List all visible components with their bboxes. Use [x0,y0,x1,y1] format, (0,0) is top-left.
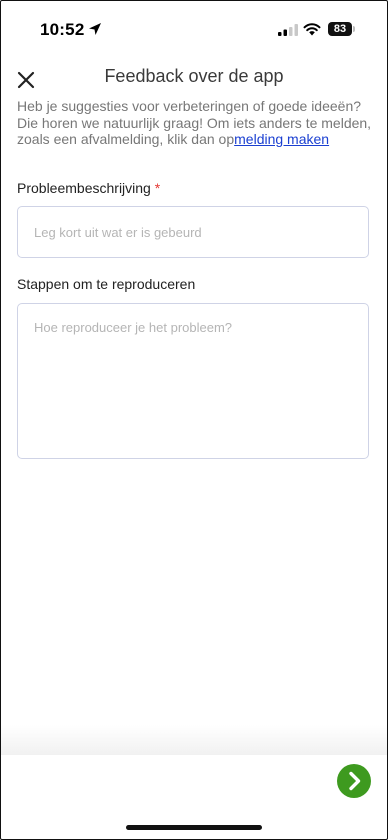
problem-description-input[interactable] [17,206,369,258]
bottom-bar-shadow [1,725,387,755]
problem-label-text: Probleembeschrijving [17,180,151,196]
next-button[interactable] [337,764,371,798]
required-marker: * [154,180,161,196]
battery-tip [353,26,355,32]
melding-maken-link[interactable]: melding maken [234,131,329,147]
battery-icon: 83 [328,22,352,36]
home-indicator[interactable] [126,825,262,830]
location-arrow-icon [89,23,101,35]
cellular-signal-icon [278,24,298,36]
problem-label: Probleembeschrijving * [17,180,160,196]
wifi-icon [303,23,321,36]
chevron-right-icon [349,771,361,791]
page-title: Feedback over de app [104,66,284,86]
intro-text: Heb je suggesties voor verbeteringen of … [17,98,372,148]
status-bar: 10:52 83 [0,0,388,58]
header: Feedback over de app [0,62,388,94]
steps-label: Stappen om te reproduceren [17,276,196,292]
status-time: 10:52 [40,20,85,39]
reproduce-steps-textarea[interactable] [17,303,369,459]
